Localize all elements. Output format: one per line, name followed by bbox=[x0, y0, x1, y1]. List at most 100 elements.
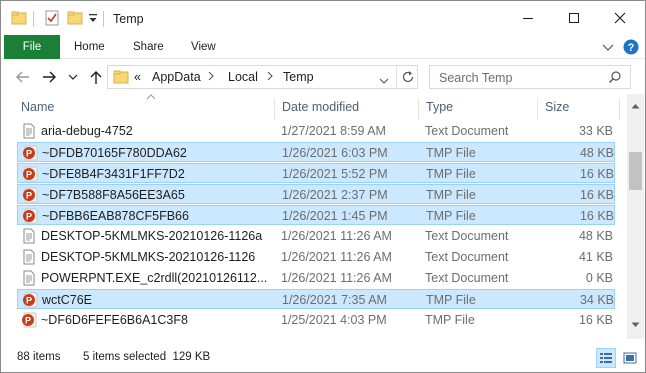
file-date-modified: 1/25/2021 4:03 PM bbox=[281, 313, 387, 327]
powerpoint-file-icon: P bbox=[22, 187, 38, 203]
breadcrumb-overflow[interactable]: « bbox=[134, 70, 141, 84]
help-icon[interactable]: ? bbox=[623, 39, 639, 58]
file-type: TMP File bbox=[425, 313, 475, 327]
column-divider[interactable] bbox=[537, 98, 538, 120]
breadcrumb-temp[interactable]: Temp bbox=[283, 70, 314, 84]
file-size: 48 KB bbox=[578, 229, 613, 243]
search-icon[interactable] bbox=[608, 70, 622, 87]
column-header-size[interactable]: Size bbox=[545, 100, 569, 114]
file-name: POWERPNT.EXE_c2rdll(20210126112... bbox=[41, 271, 268, 285]
title-separator bbox=[103, 11, 104, 27]
powerpoint-file-icon: P bbox=[21, 312, 37, 328]
file-row[interactable]: P ~DF6D6FEFE6B6A1C3F8 1/25/2021 4:03 PM TMP… bbox=[17, 310, 615, 330]
close-button[interactable] bbox=[597, 1, 643, 35]
text-file-icon bbox=[21, 249, 37, 265]
scroll-down-icon[interactable] bbox=[631, 317, 640, 331]
maximize-button[interactable] bbox=[551, 1, 597, 35]
column-divider[interactable] bbox=[418, 98, 419, 120]
address-divider bbox=[396, 66, 397, 88]
breadcrumb-appdata[interactable]: AppData bbox=[152, 70, 201, 84]
close-icon bbox=[614, 12, 626, 24]
powerpoint-file-icon: P bbox=[22, 208, 38, 224]
minimize-button[interactable] bbox=[505, 1, 551, 35]
refresh-button[interactable] bbox=[401, 70, 415, 87]
file-size: 16 KB bbox=[579, 209, 614, 223]
file-row[interactable]: PwctC76E 1/26/2021 7:35 AM TMP File 34 KB bbox=[17, 289, 615, 309]
chevron-right-icon[interactable] bbox=[266, 69, 274, 86]
file-type: TMP File bbox=[426, 146, 476, 160]
file-row[interactable]: POWERPNT.EXE_c2rdll(20210126112... 1/26/2… bbox=[17, 268, 615, 288]
chevron-down-icon bbox=[379, 78, 389, 84]
file-date-modified: 1/26/2021 6:03 PM bbox=[282, 146, 388, 160]
up-button[interactable] bbox=[87, 68, 105, 86]
forward-button[interactable] bbox=[41, 68, 59, 86]
powerpoint-file-icon: P bbox=[22, 166, 38, 182]
chevron-right-icon[interactable] bbox=[207, 69, 215, 86]
file-type: Text Document bbox=[425, 250, 509, 264]
ribbon-tabs: File Home Share View ? bbox=[1, 35, 645, 59]
item-count: 88 items bbox=[17, 351, 61, 363]
details-view-button[interactable] bbox=[596, 348, 616, 368]
file-size: 33 KB bbox=[578, 124, 613, 138]
file-list[interactable]: Name Date modified Type Size aria-debug-… bbox=[1, 94, 645, 339]
svg-text:P: P bbox=[26, 149, 32, 159]
file-type: TMP File bbox=[426, 209, 476, 223]
title-bar: Temp bbox=[1, 1, 645, 35]
tab-file[interactable]: File bbox=[4, 35, 60, 59]
vertical-scrollbar[interactable] bbox=[627, 94, 644, 339]
tab-share[interactable]: Share bbox=[133, 35, 164, 59]
tab-view[interactable]: View bbox=[191, 35, 216, 59]
column-header-type[interactable]: Type bbox=[426, 100, 453, 114]
svg-text:P: P bbox=[26, 296, 32, 306]
svg-text:P: P bbox=[26, 191, 32, 201]
address-history-button[interactable] bbox=[379, 74, 389, 88]
breadcrumb-local[interactable]: Local bbox=[228, 70, 258, 84]
file-row[interactable]: DESKTOP-5KMLMKS-20210126-1126a 1/26/2021 … bbox=[17, 226, 615, 246]
address-bar[interactable]: « AppData Local Temp bbox=[107, 65, 418, 89]
scroll-up-icon[interactable] bbox=[631, 98, 640, 112]
file-row[interactable]: DESKTOP-5KMLMKS-20210126-1126 1/26/2021 1… bbox=[17, 247, 615, 267]
column-header-date[interactable]: Date modified bbox=[282, 100, 359, 114]
file-name: ~DFE8B4F3431F1FF7D2 bbox=[42, 167, 185, 181]
svg-text:?: ? bbox=[628, 42, 635, 54]
new-folder-icon[interactable] bbox=[67, 10, 83, 29]
file-row[interactable]: aria-debug-4752 1/27/2021 8:59 AM Text Doc… bbox=[17, 121, 615, 141]
customize-toolbar-icon[interactable] bbox=[88, 12, 98, 27]
navigation-bar: « AppData Local Temp Search Temp bbox=[1, 60, 645, 94]
file-size: 48 KB bbox=[579, 146, 614, 160]
file-date-modified: 1/26/2021 11:26 AM bbox=[281, 250, 392, 264]
file-type: Text Document bbox=[425, 229, 509, 243]
column-divider[interactable] bbox=[274, 98, 275, 120]
minimize-icon bbox=[523, 18, 533, 19]
search-input[interactable]: Search Temp bbox=[439, 71, 512, 85]
file-row[interactable]: P ~DFDB70165F780DDA62 1/26/2021 6:03 PM TMP… bbox=[17, 142, 615, 162]
column-divider[interactable] bbox=[619, 98, 620, 120]
file-date-modified: 1/26/2021 1:45 PM bbox=[282, 209, 388, 223]
search-box[interactable]: Search Temp bbox=[429, 65, 631, 89]
column-header-name[interactable]: Name bbox=[21, 100, 54, 114]
properties-icon[interactable] bbox=[44, 10, 60, 29]
file-row[interactable]: P ~DFBB6EAB878CF5FB66 1/26/2021 1:45 PM TMP… bbox=[17, 205, 615, 225]
file-date-modified: 1/26/2021 5:52 PM bbox=[282, 167, 388, 181]
scrollbar-thumb[interactable] bbox=[629, 152, 642, 190]
tab-home[interactable]: Home bbox=[74, 35, 105, 59]
details-view-icon bbox=[600, 353, 612, 363]
powerpoint-file-icon: P bbox=[22, 145, 38, 161]
file-name: DESKTOP-5KMLMKS-20210126-1126 bbox=[41, 250, 256, 264]
text-file-icon bbox=[21, 123, 37, 139]
back-arrow-icon bbox=[16, 71, 29, 83]
file-row[interactable]: P ~DF7B588F8A56EE3A65 1/26/2021 2:37 PM TMP… bbox=[17, 184, 615, 204]
back-button[interactable] bbox=[13, 68, 31, 86]
file-size: 0 KB bbox=[585, 271, 613, 285]
svg-text:P: P bbox=[25, 316, 31, 326]
file-date-modified: 1/26/2021 7:35 AM bbox=[282, 293, 387, 307]
refresh-icon bbox=[402, 71, 414, 83]
file-row[interactable]: P ~DFE8B4F3431F1FF7D2 1/26/2021 5:52 PM TMP… bbox=[17, 163, 615, 183]
recent-locations-button[interactable] bbox=[67, 68, 79, 86]
file-date-modified: 1/27/2021 8:59 AM bbox=[281, 124, 386, 138]
large-icons-view-button[interactable] bbox=[620, 348, 640, 368]
file-size: 16 KB bbox=[579, 188, 614, 202]
file-size: 16 KB bbox=[578, 313, 613, 327]
title-separator bbox=[33, 11, 34, 27]
expand-ribbon-icon[interactable] bbox=[602, 41, 614, 55]
